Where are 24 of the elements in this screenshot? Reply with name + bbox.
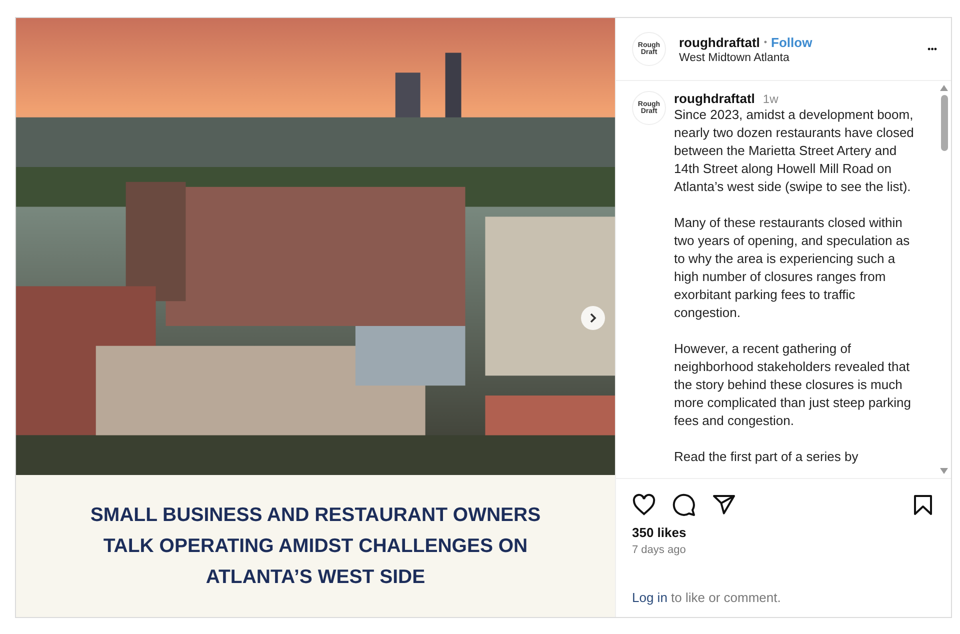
post-age: 1w [762,92,778,106]
comment-icon[interactable] [672,493,696,517]
post-time: 7 days ago [632,544,687,556]
more-options-button[interactable]: ••• [928,44,937,54]
bookmark-icon[interactable] [911,493,935,517]
login-prompt: Log in to like or comment. [632,590,781,605]
caption-paragraph: Read the first part of a series by [674,448,860,466]
send-icon[interactable] [712,493,736,517]
likes-count[interactable]: 350 likes [632,525,935,540]
caption-paragraph: Many of these restaurants closed within two years of opening, and speculation as to why the area is experiencing such a high number of closures ranges from exorbitant parking fees to traffic congestion. [674,214,911,322]
post-headline: SMALL BUSINESS AND RESTAURANT OWNERS TALK OPERATING AMIDST CHALLENGES ON ATLANTA’S WEST SIDE [89,502,542,590]
chevron-right-icon [588,313,598,323]
username-link[interactable]: roughdraftatl [679,34,760,50]
username-link[interactable]: roughdraftatl [674,91,755,106]
follow-link[interactable]: Follow [771,34,812,50]
separator-dot: • [764,37,768,47]
scroll-up-icon[interactable] [940,85,948,91]
location-link[interactable]: West Midtown Atlanta [679,52,915,64]
log-in-link[interactable]: Log in [632,590,668,605]
scrollbar-thumb[interactable] [940,95,948,151]
caption-paragraph: Since 2023, amidst a development boom, nearly two dozen restaurants have closed between the Marietta Street Artery and 14th Street along Howell Mill Road on Atlanta’s west side (swipe to see the list). [674,106,914,196]
caption-paragraph: However, a recent gathering of neighborhood stakeholders revealed that the story behind these closures is much more complicated than just steep parking fees and congestion. [674,340,912,430]
scroll-down-icon[interactable] [940,468,948,474]
heart-icon[interactable] [632,493,656,517]
